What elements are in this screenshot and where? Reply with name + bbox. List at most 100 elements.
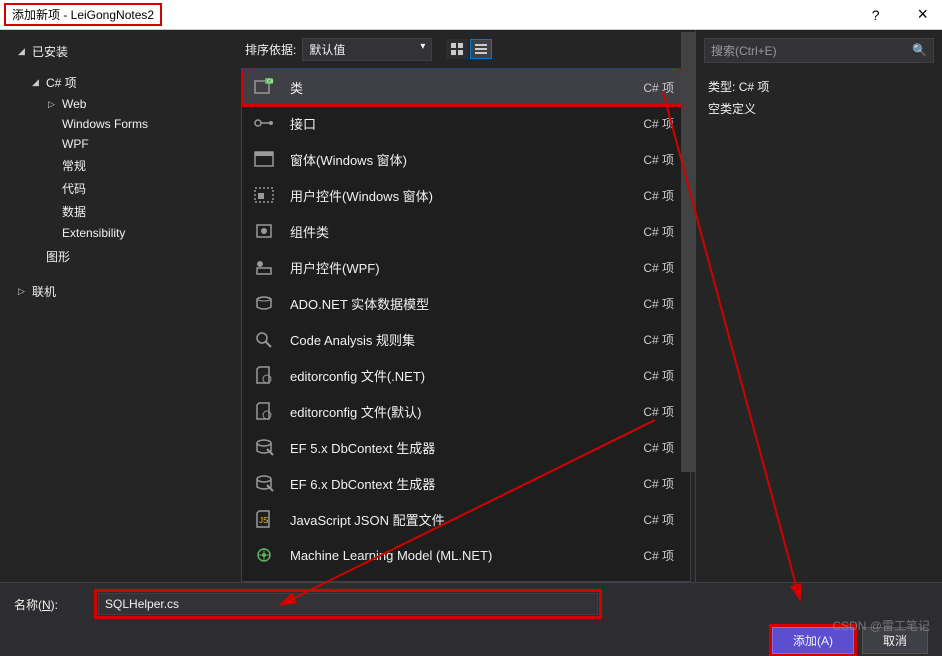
template-lang: C# 项 bbox=[643, 331, 674, 348]
cancel-button[interactable]: 取消 bbox=[862, 627, 928, 654]
template-item[interactable]: ADO.NET 实体数据模型 C# 项 bbox=[242, 285, 690, 321]
button-row: 添加(A) 取消 bbox=[14, 627, 928, 654]
template-item[interactable]: EF 5.x DbContext 生成器 C# 项 bbox=[242, 429, 690, 465]
template-name: editorconfig 文件(.NET) bbox=[290, 366, 629, 385]
tree-code[interactable]: 代码 bbox=[0, 177, 237, 200]
template-lang: C# 项 bbox=[643, 439, 674, 456]
bottom-bar: 名称(N): 添加(A) 取消 bbox=[0, 582, 942, 656]
form-icon bbox=[252, 148, 276, 170]
add-button[interactable]: 添加(A) bbox=[772, 627, 854, 654]
template-lang: C# 项 bbox=[643, 547, 674, 564]
template-item[interactable]: Code Analysis 规则集 C# 项 bbox=[242, 321, 690, 357]
center-panel: 排序依据: 默认值 C#类C# 项接口C# 项窗体(Windows 窗体)C# … bbox=[237, 30, 695, 582]
tree-winforms[interactable]: Windows Forms bbox=[0, 114, 237, 134]
template-lang: C# 项 bbox=[643, 151, 674, 168]
template-item[interactable]: editorconfig 文件(.NET) C# 项 bbox=[242, 357, 690, 393]
sort-dropdown[interactable]: 默认值 bbox=[302, 38, 432, 61]
template-name: EF 5.x DbContext 生成器 bbox=[290, 438, 629, 457]
name-label: 名称(N): bbox=[14, 596, 58, 613]
ef-icon bbox=[252, 436, 276, 458]
template-item[interactable]: JSJavaScript JSON 配置文件C# 项 bbox=[242, 501, 690, 537]
template-name: 窗体(Windows 窗体) bbox=[290, 150, 629, 169]
ml-icon bbox=[252, 544, 276, 566]
template-lang: C# 项 bbox=[643, 259, 674, 276]
close-button[interactable]: × bbox=[907, 2, 938, 27]
grid-icon bbox=[451, 43, 463, 55]
tree-csharp[interactable]: ◢ C# 项 bbox=[0, 71, 237, 94]
template-item[interactable]: 用户控件(Windows 窗体) C# 项 bbox=[242, 177, 690, 213]
template-name: editorconfig 文件(默认) bbox=[290, 402, 629, 421]
toolbar: 排序依据: 默认值 bbox=[237, 30, 695, 68]
sidebar: ◢ 已安装 ◢ C# 项 ▷ Web Windows Forms WPF 常规 … bbox=[0, 30, 237, 582]
type-info: 类型: C# 项 空类定义 bbox=[696, 73, 942, 124]
template-item[interactable]: 用户控件(WPF) C# 项 bbox=[242, 249, 690, 285]
window-title: 添加新项 - LeiGongNotes2 bbox=[4, 3, 162, 26]
template-name: ADO.NET 实体数据模型 bbox=[290, 294, 629, 313]
tree-installed[interactable]: ◢ 已安装 bbox=[0, 40, 237, 63]
tree-online[interactable]: ▷ 联机 bbox=[0, 280, 237, 303]
template-lang: C# 项 bbox=[643, 367, 674, 384]
chevron-down-icon: ◢ bbox=[32, 77, 42, 88]
usercontrol-icon bbox=[252, 184, 276, 206]
tree-data[interactable]: 数据 bbox=[0, 200, 237, 223]
template-lang: C# 项 bbox=[643, 511, 674, 528]
template-list[interactable]: C#类C# 项接口C# 项窗体(Windows 窗体)C# 项用户控件(Wind… bbox=[241, 68, 691, 582]
grid-view-button[interactable] bbox=[446, 39, 468, 59]
tree-general[interactable]: 常规 bbox=[0, 154, 237, 177]
template-name: EF 6.x DbContext 生成器 bbox=[290, 474, 629, 493]
template-name: Machine Learning Model (ML.NET) bbox=[290, 548, 629, 563]
tree-graphic[interactable]: 图形 bbox=[0, 245, 237, 268]
chevron-right-icon: ▷ bbox=[48, 99, 58, 110]
scrollbar-thumb[interactable] bbox=[681, 68, 691, 472]
main-area: ◢ 已安装 ◢ C# 项 ▷ Web Windows Forms WPF 常规 … bbox=[0, 30, 942, 582]
list-view-button[interactable] bbox=[470, 39, 492, 59]
template-item[interactable]: 组件类 C# 项 bbox=[242, 213, 690, 249]
template-lang: C# 项 bbox=[643, 403, 674, 420]
template-item[interactable]: C# 类 C# 项 bbox=[242, 69, 690, 105]
tree-web[interactable]: ▷ Web bbox=[0, 94, 237, 114]
config-icon bbox=[252, 400, 276, 422]
template-item[interactable]: Machine Learning Model (ML.NET) C# 项 bbox=[242, 537, 690, 573]
search-icon: 🔍 bbox=[912, 43, 927, 57]
chevron-down-icon: ◢ bbox=[18, 46, 28, 57]
class-icon: C# bbox=[252, 76, 276, 98]
config-icon bbox=[252, 364, 276, 386]
help-button[interactable]: ? bbox=[862, 5, 890, 25]
name-input[interactable] bbox=[98, 593, 598, 615]
tree-ext[interactable]: Extensibility bbox=[0, 223, 237, 243]
template-lang: C# 项 bbox=[643, 79, 674, 96]
wpfuc-icon bbox=[252, 256, 276, 278]
tree-wpf[interactable]: WPF bbox=[0, 134, 237, 154]
search-input[interactable]: 搜索(Ctrl+E) 🔍 bbox=[704, 38, 934, 63]
template-lang: C# 项 bbox=[643, 223, 674, 240]
template-lang: C# 项 bbox=[643, 295, 674, 312]
chevron-right-icon: ▷ bbox=[18, 286, 28, 297]
template-name: 用户控件(Windows 窗体) bbox=[290, 186, 629, 205]
template-lang: C# 项 bbox=[643, 115, 674, 132]
template-item[interactable]: 接口C# 项 bbox=[242, 105, 690, 141]
svg-text:JS: JS bbox=[259, 516, 268, 525]
template-name: 类 bbox=[290, 78, 629, 97]
component-icon bbox=[252, 220, 276, 242]
template-lang: C# 项 bbox=[643, 475, 674, 492]
svg-text:C#: C# bbox=[267, 79, 274, 85]
template-name: Code Analysis 规则集 bbox=[290, 330, 629, 349]
name-row: 名称(N): bbox=[14, 593, 928, 615]
window-controls: ? × bbox=[862, 2, 938, 27]
ef-icon bbox=[252, 472, 276, 494]
template-name: 用户控件(WPF) bbox=[290, 258, 629, 277]
template-lang: C# 项 bbox=[643, 187, 674, 204]
view-toggle bbox=[446, 39, 492, 59]
template-item[interactable]: 窗体(Windows 窗体) C# 项 bbox=[242, 141, 690, 177]
interface-icon bbox=[252, 112, 276, 134]
list-icon bbox=[475, 43, 487, 55]
json-icon: JS bbox=[252, 508, 276, 530]
template-item[interactable]: EF 6.x DbContext 生成器 C# 项 bbox=[242, 465, 690, 501]
right-panel: 搜索(Ctrl+E) 🔍 类型: C# 项 空类定义 bbox=[695, 30, 942, 582]
template-name: 组件类 bbox=[290, 222, 629, 241]
sort-label: 排序依据: bbox=[245, 41, 296, 58]
ado-icon bbox=[252, 292, 276, 314]
analysis-icon bbox=[252, 328, 276, 350]
template-item[interactable]: editorconfig 文件(默认) C# 项 bbox=[242, 393, 690, 429]
titlebar: 添加新项 - LeiGongNotes2 ? × bbox=[0, 0, 942, 30]
